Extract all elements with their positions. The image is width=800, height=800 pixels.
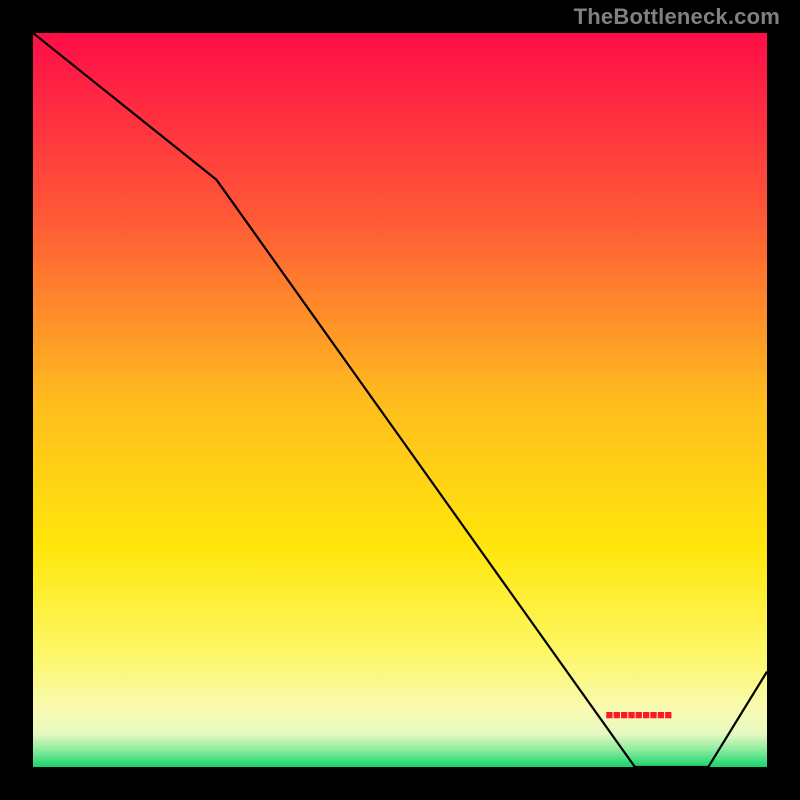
chart-container: TheBottleneck.com ■■■■■■■■■ xyxy=(0,0,800,800)
optimal-marker: ■■■■■■■■■ xyxy=(606,707,672,722)
plot-area: ■■■■■■■■■ xyxy=(33,33,767,767)
bottleneck-curve xyxy=(33,33,767,767)
watermark-text: TheBottleneck.com xyxy=(574,4,780,30)
